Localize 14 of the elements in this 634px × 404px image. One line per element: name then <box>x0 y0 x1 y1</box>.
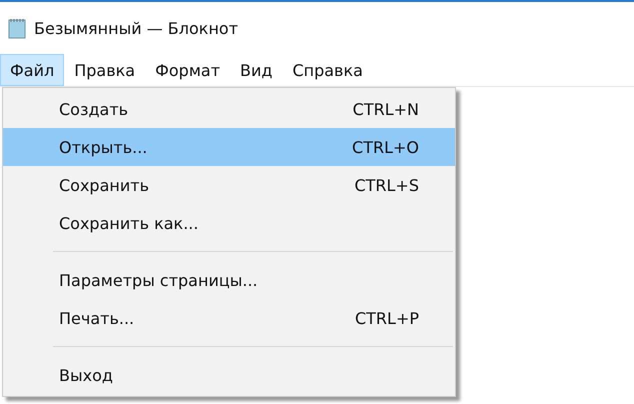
menu-item[interactable]: Выход <box>3 356 455 394</box>
menu-item[interactable]: Сохранить CTRL+S <box>3 166 455 204</box>
window-title: Безымянный — Блокнот <box>34 18 238 38</box>
menu-item[interactable]: Открыть... CTRL+O <box>3 128 455 166</box>
menu-item[interactable]: Создать CTRL+N <box>3 90 455 128</box>
menu-bar-item[interactable]: Файл <box>0 54 64 86</box>
menu-bar-item[interactable]: Вид <box>230 54 282 86</box>
menu-item[interactable]: Параметры страницы... <box>3 261 455 299</box>
menu-item[interactable]: Печать... CTRL+P <box>3 299 455 337</box>
notepad-icon <box>8 17 26 39</box>
menu-bar-item[interactable]: Правка <box>64 54 146 86</box>
menu-bar-item[interactable]: Формат <box>145 54 230 86</box>
menu-bar-item[interactable]: Справка <box>282 54 373 86</box>
menu-item[interactable]: Сохранить как... <box>3 204 455 242</box>
